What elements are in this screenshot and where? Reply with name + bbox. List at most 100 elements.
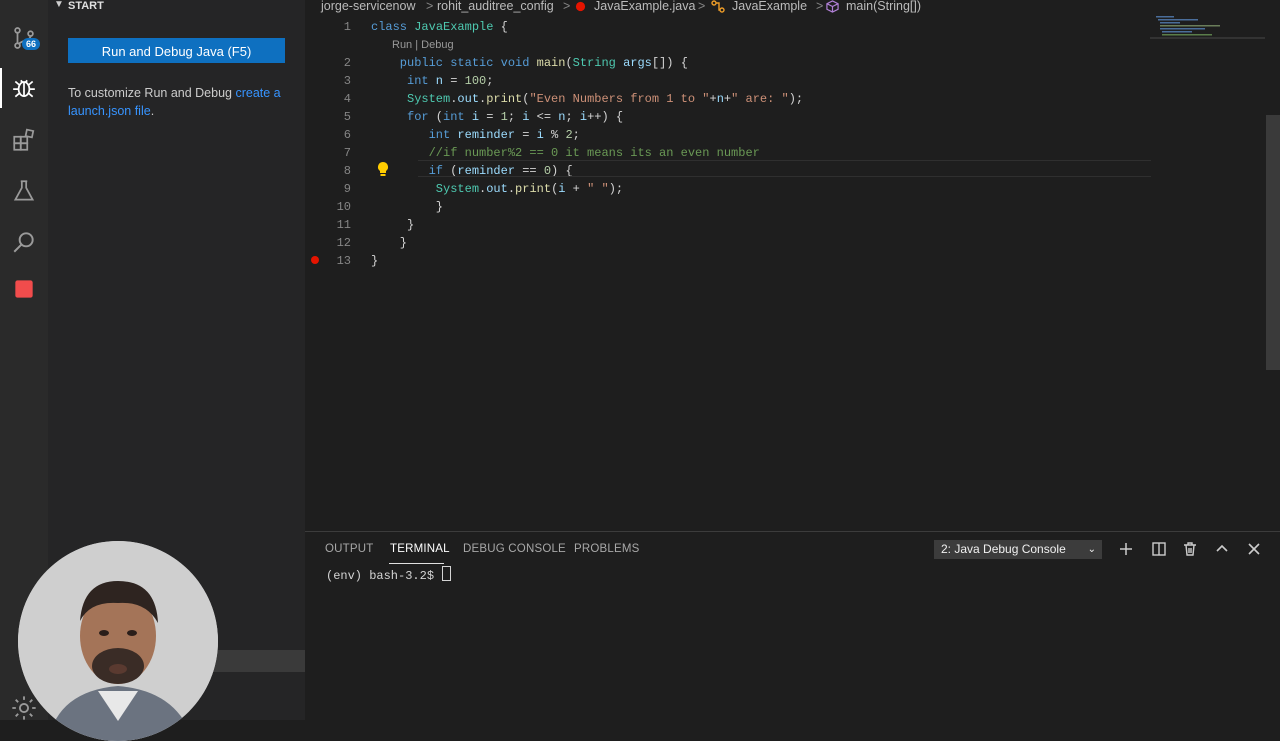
search-icon[interactable] bbox=[0, 222, 48, 262]
code-line[interactable]: 12 } bbox=[305, 234, 1280, 252]
code-token: "Even Numbers from 1 to " bbox=[529, 92, 710, 106]
code-text: class JavaExample { bbox=[371, 20, 508, 34]
code-line[interactable]: 13} bbox=[305, 252, 1280, 270]
code-token: ; bbox=[572, 128, 580, 142]
code-line[interactable]: 3 int n = 100; bbox=[305, 72, 1280, 90]
code-token: int bbox=[443, 110, 465, 124]
gear-icon[interactable] bbox=[10, 694, 38, 722]
code-token: i bbox=[536, 128, 544, 142]
bottom-panel: OUTPUT TERMINAL DEBUG CONSOLE PROBLEMS 2… bbox=[305, 531, 1280, 721]
current-line-highlight-top bbox=[418, 160, 1151, 161]
code-token: = bbox=[443, 74, 465, 88]
code-token: n bbox=[428, 74, 444, 88]
code-line[interactable]: 4 System.out.print("Even Numbers from 1 … bbox=[305, 90, 1280, 108]
code-token: args bbox=[615, 56, 652, 70]
stop-icon[interactable] bbox=[0, 269, 48, 309]
code-line[interactable]: 6 int reminder = i % 2; bbox=[305, 126, 1280, 144]
minimap[interactable] bbox=[1150, 14, 1265, 44]
code-line[interactable]: 5 for (int i = 1; i <= n; i++) { bbox=[305, 108, 1280, 126]
customize-text: To customize Run and Debug create a laun… bbox=[68, 86, 281, 118]
code-token: ); bbox=[608, 182, 624, 196]
tab-terminal[interactable]: TERMINAL bbox=[390, 543, 450, 555]
code-token: print bbox=[486, 92, 523, 106]
terminal-prompt[interactable]: (env) bash-3.2$ bbox=[326, 566, 452, 583]
code-text: System.out.print("Even Numbers from 1 to… bbox=[371, 92, 803, 106]
code-token: = bbox=[479, 110, 501, 124]
code-token: } bbox=[371, 218, 415, 232]
new-terminal-icon[interactable] bbox=[1117, 540, 1135, 558]
line-number: 10 bbox=[336, 200, 351, 214]
code-token: n bbox=[716, 92, 724, 106]
breadcrumb-separator: > bbox=[816, 0, 824, 13]
code-line[interactable]: 9 System.out.print(i + " "); bbox=[305, 180, 1280, 198]
breakpoint-dot[interactable] bbox=[311, 256, 319, 264]
terminal-select[interactable]: 2: Java Debug Console ⌄ bbox=[934, 540, 1102, 559]
line-number: 6 bbox=[343, 128, 351, 142]
code-token: ++) { bbox=[587, 110, 624, 124]
code-token: ; bbox=[507, 110, 523, 124]
breadcrumb-item-file[interactable]: JavaExample.java bbox=[594, 0, 695, 13]
code-token: + bbox=[723, 92, 732, 106]
breadcrumb-separator: > bbox=[426, 0, 434, 13]
breadcrumb-item-folder[interactable]: rohit_auditree_config bbox=[437, 0, 554, 13]
code-text: } bbox=[371, 200, 443, 214]
code-token: + bbox=[709, 92, 717, 106]
close-icon[interactable] bbox=[1245, 540, 1263, 558]
chevron-down-icon: ▼ bbox=[54, 0, 64, 10]
code-token: ; bbox=[486, 74, 494, 88]
code-line[interactable]: 11 } bbox=[305, 216, 1280, 234]
split-terminal-icon[interactable] bbox=[1150, 540, 1168, 558]
code-token: ( bbox=[565, 56, 573, 70]
code-token: ( bbox=[428, 110, 444, 124]
code-token: print bbox=[515, 182, 552, 196]
code-line[interactable]: 1 class JavaExample { bbox=[305, 18, 1280, 36]
code-token: reminder bbox=[450, 128, 516, 142]
breadcrumb-separator: > bbox=[698, 0, 706, 13]
code-line[interactable]: 8 if (reminder == 0) { bbox=[305, 162, 1280, 180]
code-token: } bbox=[371, 236, 408, 250]
code-text: int reminder = i % 2; bbox=[371, 128, 580, 142]
code-line[interactable]: 2 public static void main(String args[])… bbox=[305, 54, 1280, 72]
line-number: 9 bbox=[343, 182, 351, 196]
trash-icon[interactable] bbox=[1181, 540, 1199, 558]
code-token: } bbox=[371, 254, 379, 268]
code-token: String bbox=[572, 56, 616, 70]
code-token: int bbox=[371, 128, 451, 142]
code-token: ; bbox=[565, 110, 580, 124]
terminal-cursor bbox=[442, 566, 452, 581]
code-token: 2 bbox=[565, 128, 573, 142]
extensions-icon[interactable] bbox=[0, 120, 48, 160]
lightbulb-icon[interactable] bbox=[376, 161, 390, 177]
code-token: public static void bbox=[371, 56, 537, 70]
breadcrumb-item-method[interactable]: main(String[]) bbox=[846, 0, 921, 13]
code-token: i bbox=[579, 110, 588, 124]
line-number: 2 bbox=[343, 56, 351, 70]
code-line[interactable]: 10 } bbox=[305, 198, 1280, 216]
line-number: 1 bbox=[343, 20, 351, 34]
editor-scrollbar[interactable] bbox=[1266, 115, 1280, 370]
code-editor[interactable]: 1 class JavaExample { 2 public static void… bbox=[305, 14, 1280, 530]
code-text: int n = 100; bbox=[371, 74, 493, 88]
code-token: System bbox=[371, 92, 451, 106]
chevron-up-icon[interactable] bbox=[1213, 540, 1231, 558]
line-number: 4 bbox=[343, 92, 351, 106]
code-text: System.out.print(i + " "); bbox=[371, 182, 623, 196]
breadcrumb-item-workspace[interactable]: jorge-servicenow bbox=[321, 0, 415, 13]
code-token: <= bbox=[529, 110, 559, 124]
code-token: i bbox=[464, 110, 480, 124]
code-token: int bbox=[371, 74, 429, 88]
code-token: 1 bbox=[500, 110, 508, 124]
java-file-error-icon bbox=[575, 1, 586, 15]
breadcrumb-item-class[interactable]: JavaExample bbox=[732, 0, 807, 13]
tab-problems[interactable]: PROBLEMS bbox=[574, 543, 640, 555]
scm-badge: 66 bbox=[22, 38, 41, 50]
run-and-debug-button[interactable]: Run and Debug Java (F5) bbox=[68, 38, 285, 63]
codelens-run-debug[interactable]: Run | Debug bbox=[392, 39, 454, 51]
run-debug-icon[interactable] bbox=[0, 68, 48, 108]
code-token: " are: " bbox=[731, 92, 789, 106]
testing-icon[interactable] bbox=[0, 171, 48, 211]
tab-output[interactable]: OUTPUT bbox=[325, 543, 373, 555]
sidebar-header[interactable]: ▼ START bbox=[48, 0, 305, 14]
code-token: System bbox=[371, 182, 480, 196]
tab-debug-console[interactable]: DEBUG CONSOLE bbox=[463, 543, 566, 555]
